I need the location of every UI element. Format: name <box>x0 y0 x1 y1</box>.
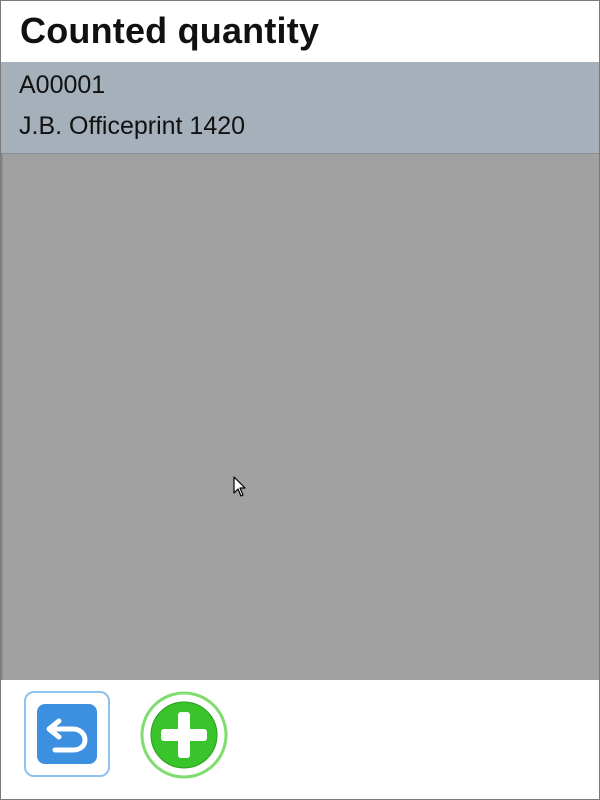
plus-icon <box>140 691 228 779</box>
back-button[interactable] <box>24 691 110 777</box>
page-title: Counted quantity <box>20 10 320 51</box>
item-name: J.B. Officeprint 1420 <box>19 112 246 140</box>
quantity-content-area[interactable] <box>1 154 599 680</box>
item-info-panel: A00001 J.B. Officeprint 1420 <box>1 62 599 154</box>
mouse-cursor-icon <box>233 476 247 498</box>
header: Counted quantity <box>1 1 599 61</box>
app-window: Counted quantity A00001 J.B. Officeprint… <box>0 0 600 800</box>
bottom-toolbar <box>1 680 599 799</box>
return-arrow-icon <box>37 704 97 764</box>
item-code: A00001 <box>19 71 106 99</box>
add-button[interactable] <box>140 691 228 779</box>
